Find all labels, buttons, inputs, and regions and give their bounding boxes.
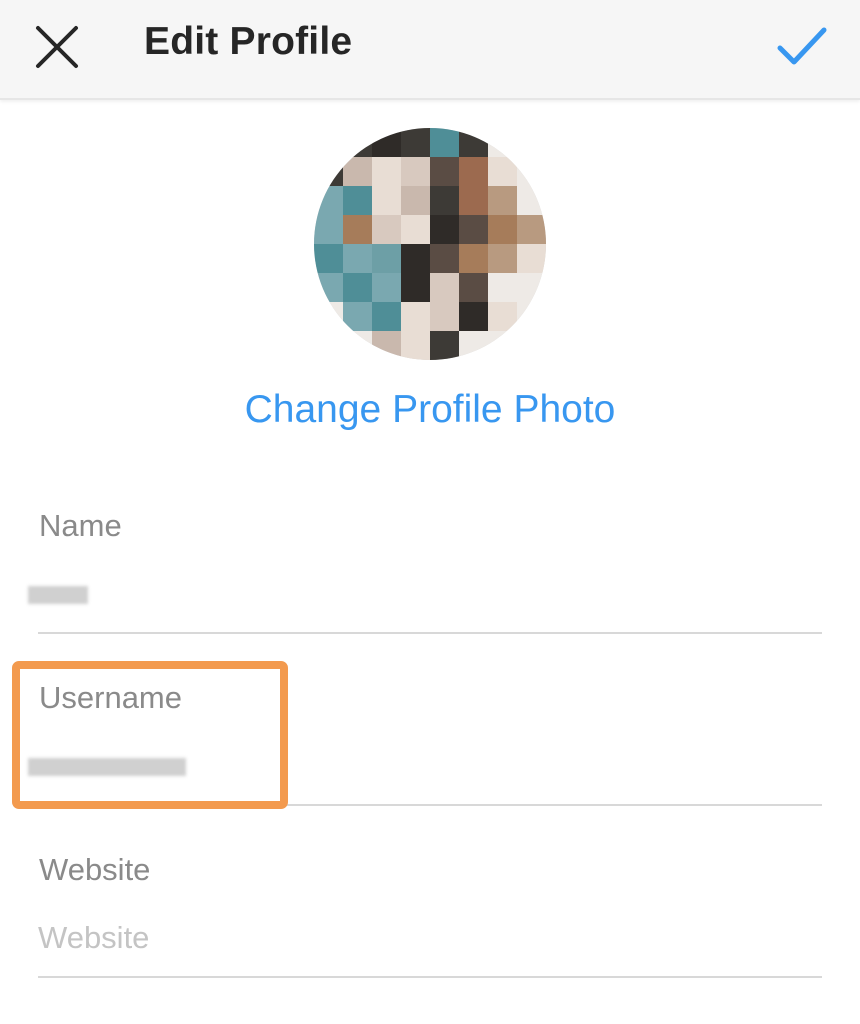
name-underline [38,632,822,634]
website-input[interactable] [38,916,738,960]
edit-profile-screen: Edit Profile Change Profile Photo Name U… [0,0,860,1024]
website-underline [38,976,822,978]
username-field[interactable] [28,752,186,782]
profile-avatar[interactable] [314,128,546,360]
page-title: Edit Profile [144,20,353,63]
username-label: Username [39,680,182,715]
website-label: Website [39,852,151,887]
change-profile-photo-link[interactable]: Change Profile Photo [0,388,860,432]
top-bar: Edit Profile [0,0,860,100]
done-button[interactable] [772,20,832,72]
checkmark-icon [777,27,827,65]
close-icon [36,26,78,68]
name-value-obscured [28,586,88,604]
name-field[interactable] [28,580,88,610]
username-underline [38,804,822,806]
name-label: Name [39,508,122,543]
close-button[interactable] [28,18,86,76]
avatar-image-pixelated [314,128,546,360]
username-value-obscured [28,758,186,776]
